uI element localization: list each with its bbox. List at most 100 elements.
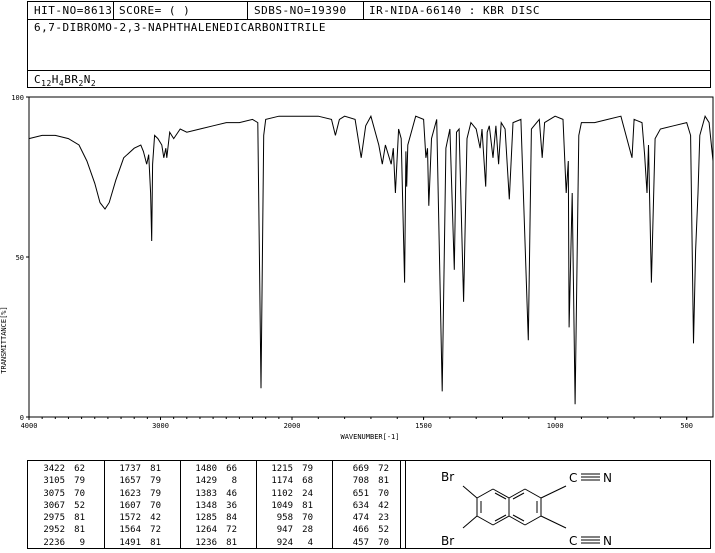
peak-wavenumber: 1623 bbox=[119, 488, 141, 499]
peak-wavenumber: 2975 bbox=[43, 513, 65, 524]
peak-transmittance: 52 bbox=[378, 525, 389, 536]
bond bbox=[540, 515, 567, 529]
peak-row: 1264 72 bbox=[183, 524, 237, 536]
x-tick-label: 3000 bbox=[152, 422, 169, 430]
table-divider bbox=[256, 461, 257, 548]
table-divider bbox=[104, 461, 105, 548]
peak-table: 3422 62 3105 79 3075 70 3067 52 2975 81 2952 81 2236… bbox=[27, 460, 406, 549]
peak-wavenumber: 3105 bbox=[43, 476, 65, 487]
header-row: HIT-NO=8613 SCORE= ( ) SDBS-NO=19390 IR-… bbox=[27, 1, 711, 20]
peak-wavenumber: 457 bbox=[352, 537, 369, 548]
peak-row: 1480 66 bbox=[183, 463, 237, 475]
y-tick-label: 50 bbox=[16, 254, 24, 262]
atom-label: N bbox=[603, 534, 612, 548]
peak-row: 1174 68 bbox=[259, 475, 313, 487]
compound-name: 6,7-DIBROMO-2,3-NAPHTHALENEDICARBONITRIL… bbox=[34, 21, 327, 34]
peak-transmittance: 84 bbox=[226, 513, 237, 524]
structure-diagram: Br Br C N C N bbox=[400, 460, 711, 549]
peak-row: 2236 9 bbox=[31, 537, 85, 549]
peak-wavenumber: 958 bbox=[276, 513, 293, 524]
peak-wavenumber: 466 bbox=[352, 525, 369, 536]
peak-row: 466 52 bbox=[335, 524, 389, 536]
peak-transmittance: 81 bbox=[74, 525, 85, 536]
peak-wavenumber: 1285 bbox=[195, 513, 217, 524]
peak-transmittance: 79 bbox=[74, 476, 85, 487]
peak-wavenumber: 1429 bbox=[195, 476, 217, 487]
table-divider bbox=[332, 461, 333, 548]
peak-transmittance: 70 bbox=[378, 488, 389, 499]
peak-transmittance: 81 bbox=[302, 500, 313, 511]
peak-wavenumber: 1049 bbox=[271, 500, 293, 511]
atom-label: Br bbox=[441, 534, 454, 548]
peak-row: 1429 8 bbox=[183, 475, 237, 487]
peak-column: 1480 66 1429 8 1383 46 1348 36 1285 84 1264 72 1236 8… bbox=[183, 463, 237, 549]
peak-transmittance: 68 bbox=[302, 476, 313, 487]
peak-wavenumber: 2952 bbox=[43, 525, 65, 536]
peak-column: 1215 79 1174 68 1102 24 1049 81 958 70 947 28 924 4 bbox=[259, 463, 313, 549]
bond bbox=[462, 515, 478, 529]
plot-frame bbox=[28, 96, 714, 418]
atom-label: C bbox=[569, 471, 577, 485]
peak-row: 457 70 bbox=[335, 537, 389, 549]
peak-wavenumber: 1264 bbox=[195, 525, 217, 536]
peak-transmittance: 70 bbox=[74, 488, 85, 499]
molecular-formula: C12H4BR2N2 bbox=[34, 73, 97, 89]
peak-row: 1491 81 bbox=[107, 537, 161, 549]
peak-row: 1383 46 bbox=[183, 488, 237, 500]
peak-transmittance: 36 bbox=[226, 500, 237, 511]
peak-wavenumber: 1607 bbox=[119, 500, 141, 511]
peak-transmittance: 72 bbox=[226, 525, 237, 536]
peak-wavenumber: 1491 bbox=[119, 537, 141, 548]
x-axis-label: WAVENUMBER[-1] bbox=[340, 433, 399, 441]
atom-label: C bbox=[569, 534, 577, 548]
ir-spectrum-chart: 4000 3000 2000 1500 1000 500 0 50 100 WAVENUMBER… bbox=[0, 94, 714, 441]
bond bbox=[462, 485, 478, 499]
peak-row: 651 70 bbox=[335, 488, 389, 500]
bond bbox=[540, 485, 567, 499]
atom-label: Br bbox=[441, 470, 454, 484]
peak-transmittance: 62 bbox=[74, 464, 85, 474]
peak-transmittance: 70 bbox=[150, 500, 161, 511]
peak-row: 474 23 bbox=[335, 512, 389, 524]
peak-row: 1737 81 bbox=[107, 463, 161, 475]
peak-row: 634 42 bbox=[335, 500, 389, 512]
y-tick-label: 100 bbox=[11, 94, 24, 102]
peak-wavenumber: 1564 bbox=[119, 525, 141, 536]
peak-row: 1049 81 bbox=[259, 500, 313, 512]
peak-row: 1572 42 bbox=[107, 512, 161, 524]
peak-wavenumber: 3067 bbox=[43, 500, 65, 511]
peak-transmittance: 9 bbox=[79, 537, 85, 548]
peak-row: 3067 52 bbox=[31, 500, 85, 512]
peak-wavenumber: 1215 bbox=[271, 464, 293, 474]
bond bbox=[524, 488, 542, 499]
peak-row: 1564 72 bbox=[107, 524, 161, 536]
peak-wavenumber: 1480 bbox=[195, 464, 217, 474]
peak-transmittance: 42 bbox=[150, 513, 161, 524]
bond bbox=[512, 514, 525, 522]
peak-transmittance: 72 bbox=[378, 464, 389, 474]
spectrum-line bbox=[28, 114, 714, 405]
peak-transmittance: 81 bbox=[150, 537, 161, 548]
y-axis-label: TRANSMITTANCE[%] bbox=[0, 306, 8, 373]
peak-row: 1607 70 bbox=[107, 500, 161, 512]
peak-row: 947 28 bbox=[259, 524, 313, 536]
bond bbox=[476, 488, 494, 499]
peak-wavenumber: 1102 bbox=[271, 488, 293, 499]
peak-row: 708 81 bbox=[335, 475, 389, 487]
peak-row: 1348 36 bbox=[183, 500, 237, 512]
table-divider bbox=[180, 461, 181, 548]
peak-transmittance: 42 bbox=[378, 500, 389, 511]
atom-label: N bbox=[603, 471, 612, 485]
header-divider bbox=[247, 2, 248, 20]
peak-wavenumber: 1236 bbox=[195, 537, 217, 548]
peak-wavenumber: 1348 bbox=[195, 500, 217, 511]
peak-transmittance: 28 bbox=[302, 525, 313, 536]
peak-row: 3075 70 bbox=[31, 488, 85, 500]
peak-transmittance: 79 bbox=[302, 464, 313, 474]
peak-wavenumber: 1657 bbox=[119, 476, 141, 487]
peak-row: 3422 62 bbox=[31, 463, 85, 475]
header-divider bbox=[113, 2, 114, 20]
peak-row: 1215 79 bbox=[259, 463, 313, 475]
peak-transmittance: 72 bbox=[150, 525, 161, 536]
y-tick-label: 0 bbox=[20, 414, 24, 422]
